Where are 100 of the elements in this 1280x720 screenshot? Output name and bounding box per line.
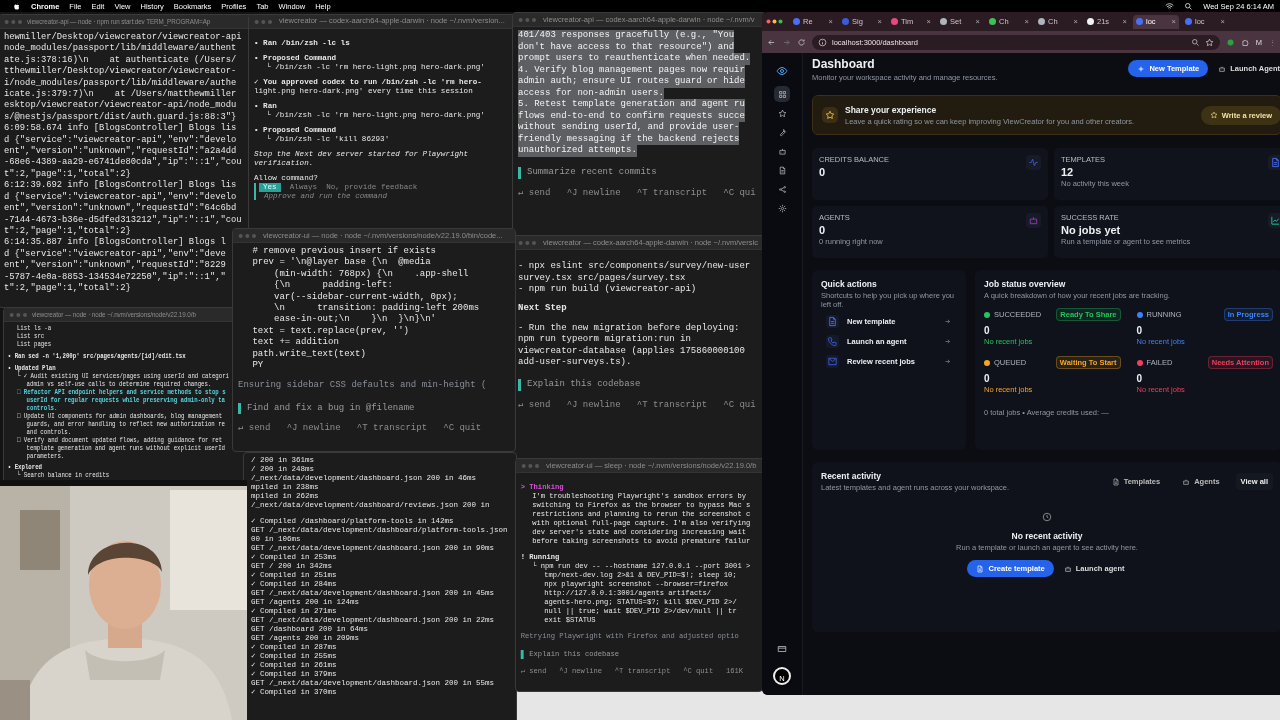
empty-title: No recent activity	[1011, 531, 1083, 541]
key-hints: ↵ send ^J newline ^T transcript ^C quit	[238, 423, 482, 435]
terminal-line: # remove previous insert if exists	[252, 246, 437, 257]
wrench-icon	[777, 127, 787, 137]
terminal-icon[interactable]	[777, 644, 787, 654]
extension-icon[interactable]	[1225, 37, 1235, 47]
terminal-line: {\n padding-left:	[273, 280, 393, 292]
status-count: 0	[984, 325, 991, 336]
star-icon	[777, 108, 787, 118]
prompt-input[interactable]: Explain this codebase	[518, 379, 641, 391]
robot-icon	[1218, 64, 1227, 73]
favicon-icon	[1185, 18, 1192, 25]
terminal-line: ent","version":"unknown","requestId":"8229	[4, 260, 226, 272]
terminal-line: Next Step	[518, 303, 567, 315]
pulse-icon	[1026, 155, 1041, 170]
terminal-line: -68e6-4389-aa29-e6741de80cda","ip":"::1","cou	[4, 157, 242, 169]
clock-icon	[1042, 512, 1052, 522]
robot-icon	[1026, 213, 1041, 228]
sidebar-item[interactable]	[774, 86, 790, 102]
terminal-line: 6:09:58.674 info [BlogsController] Blogs lis	[4, 123, 237, 135]
robot-icon	[1182, 477, 1191, 486]
terminal-line: s/@nestjs/passport/dist/auth.guard.js:88:3"}	[4, 111, 237, 123]
terminal-line: \n transition: padding-left 200ms	[273, 303, 480, 314]
favicon-icon	[793, 18, 800, 25]
terminal-line: ent","version":"unknown","requestId":"64c6bd	[4, 203, 237, 215]
back-icon[interactable]	[767, 37, 776, 47]
terminal-line: d {"service":"viewcreator-api","env":"deve	[4, 248, 226, 260]
star-icon	[1209, 111, 1218, 119]
terminal-line: prev = '\n@layer base {\n @media	[252, 257, 431, 269]
document-icon	[826, 315, 839, 328]
reload-icon[interactable]	[797, 37, 806, 47]
phone-icon	[826, 335, 839, 348]
terminal-line: - npx eslint src/components/survey/new-user	[518, 261, 751, 273]
terminal-line: (min-width: 768px) {\n .app-shell	[273, 268, 469, 280]
terminal-line: esktop/viewcreator/viewcreator-api/node_modu	[4, 100, 237, 112]
terminal-line: text += addition	[252, 337, 339, 349]
terminal-line: 6:14:35.887 info [BlogsController] Blogs l	[4, 237, 226, 249]
stat-value: No jobs yet	[1061, 224, 1122, 236]
terminal-line: viewcreator-database (applies 175860000100	[518, 345, 745, 357]
terminal-line: var(--sidebar-current-width, 0px);	[273, 291, 458, 303]
document-icon	[777, 165, 787, 175]
terminal-line: t":2,"page":1,"total":2}	[4, 168, 131, 180]
terminal-line: npm run typeorm migration:run in	[518, 334, 691, 346]
terminal-line: Ensuring sidebar CSS defaults and min-height (	[238, 380, 487, 392]
arrow-icon	[944, 358, 951, 365]
stat-value: 0	[819, 166, 827, 178]
terminal-line: i/node_modules/passport/lib/middleware/authe	[4, 77, 237, 89]
favicon-icon	[842, 18, 849, 25]
document-icon	[1111, 477, 1120, 486]
terminal-line: node_modules/passport/lib/middleware/authent	[4, 43, 237, 55]
card-title: Quick actions	[821, 279, 878, 289]
banner-title: Share your experience	[845, 104, 938, 115]
terminal-line: ate.js:378:16)\n at authenticate (/Users/	[4, 54, 237, 66]
window-controls-icon[interactable]	[766, 19, 783, 24]
terminal-line: ent","version":"unknown","requestId":"a2a4dd	[4, 146, 237, 157]
terminal-line: - Run the new migration before deploying:	[518, 322, 740, 334]
bookmark-star-icon[interactable]	[1204, 37, 1214, 47]
card-title: Recent activity	[821, 471, 882, 481]
terminal-line: - npm run build (viewcreator-api)	[518, 283, 697, 296]
favicon-icon	[1136, 18, 1143, 25]
zoom-icon[interactable]	[1190, 37, 1200, 47]
terminal-line: add-user-surveys.ts).	[518, 357, 632, 369]
plus-icon	[1137, 64, 1146, 73]
favicon-icon	[891, 18, 898, 25]
terminal-line: survey.tsx src/pages/survey.tsx	[518, 272, 686, 284]
favicon-icon	[940, 18, 947, 25]
star-icon	[822, 107, 838, 123]
terminal-line: t":2,"page":1,"total":2}	[4, 225, 131, 237]
arrow-icon	[944, 338, 951, 345]
terminal-line: PY	[252, 360, 264, 372]
status-count: 0	[1136, 325, 1144, 336]
key-hints: ↵ send ^J newline ^T transcript ^C qui	[518, 187, 756, 200]
stat-value: 12	[1061, 166, 1075, 178]
terminal-line: t":2,"page":1,"total":2}	[4, 282, 131, 295]
terminal-line: text = text.replace(prev, '')	[252, 325, 410, 337]
info-icon[interactable]	[818, 37, 827, 47]
prompt-input[interactable]: Summarize recent commits	[518, 167, 657, 179]
terminal-line: -7144-4673-b36e-d5dfed313212","ip":"::1","cou	[4, 214, 242, 226]
favicon-icon	[989, 18, 996, 25]
stat-value: 0	[819, 224, 827, 236]
prompt-input[interactable]: Find and fix a bug in @filename	[238, 402, 415, 415]
terminal-line: hewmiller/Desktop/viewcreator/viewcreator-api	[4, 32, 242, 43]
page-title: Dashboard	[812, 57, 876, 71]
eye-logo-icon[interactable]	[776, 65, 788, 77]
key-hints: ↵ send ^J newline ^T transcript ^C qui	[518, 399, 756, 412]
terminal-line: -5787-4e0a-8853-134534e72250","ip":"::1","	[4, 271, 226, 283]
robot-icon	[1063, 564, 1072, 573]
terminal-line: d {"service":"viewcreator-api","env":"develo	[4, 191, 237, 203]
favicon-icon	[1087, 18, 1094, 25]
search-icon[interactable]	[1184, 1, 1194, 11]
arrow-icon	[944, 318, 951, 325]
share-icon	[777, 184, 787, 194]
terminal-line: d {"service":"viewcreator-api","env":"develo	[4, 134, 237, 146]
status-count: 0	[984, 373, 991, 384]
envelope-icon	[826, 355, 839, 368]
wifi-icon[interactable]	[1165, 1, 1175, 11]
settings-icon	[777, 203, 787, 213]
document-icon	[976, 564, 985, 573]
terminal-line: icate.js:379:7)\n at /Users/matthewmiller	[4, 89, 237, 100]
terminal-line: 6:12:39.692 info [BlogsController] Blogs lis	[4, 180, 237, 192]
